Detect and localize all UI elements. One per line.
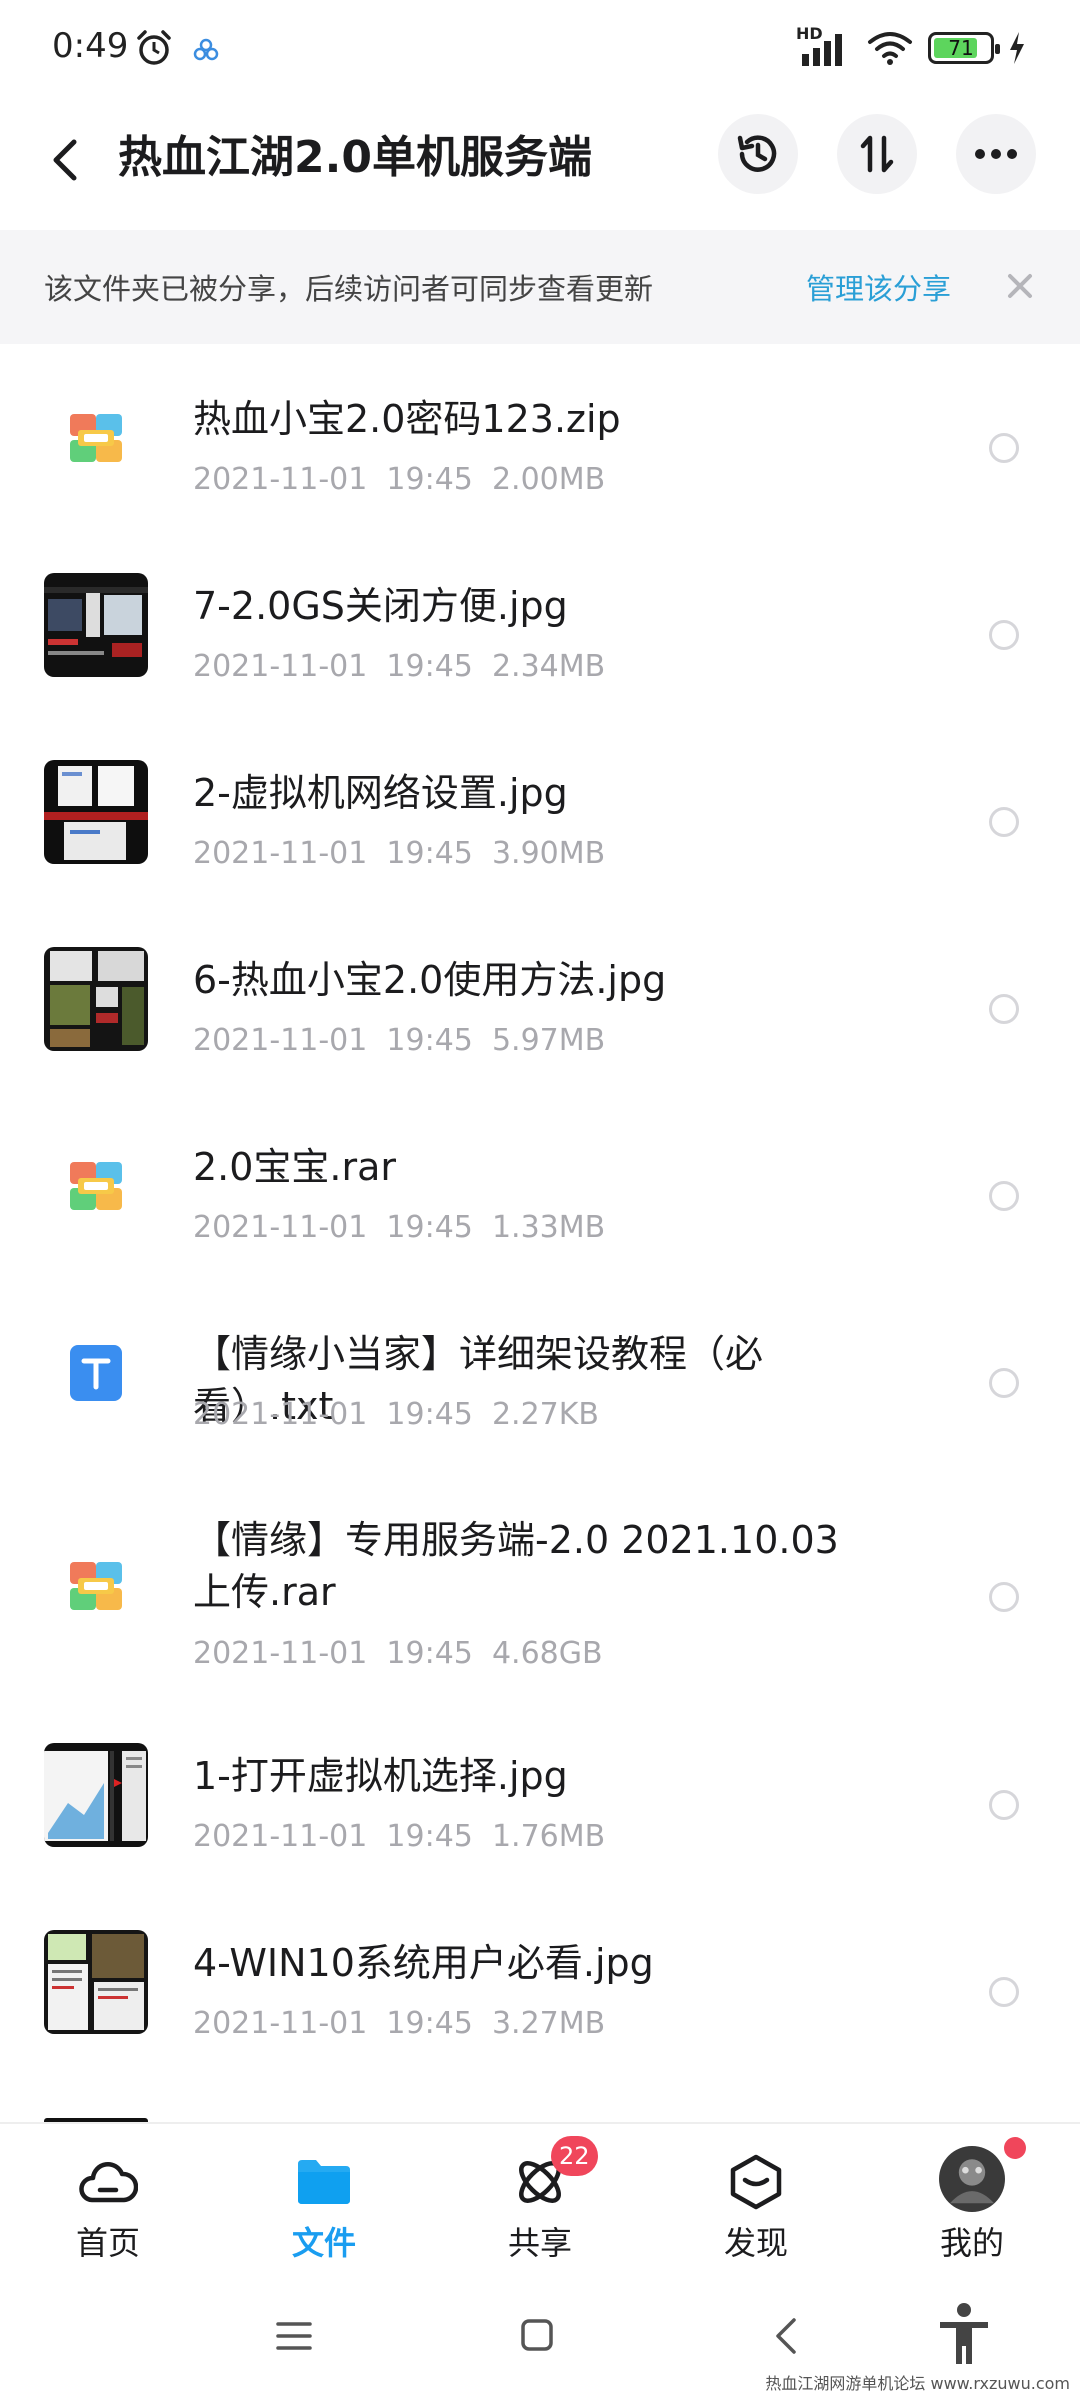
battery-icon: 71 xyxy=(928,32,1000,64)
file-meta: 2021-11-01 19:45 1.76MB xyxy=(193,1819,606,1854)
battery-cap xyxy=(995,44,1000,54)
list-item[interactable]: 1-打开虚拟机选择.jpg 2021-11-01 19:45 1.76MB xyxy=(0,1707,1080,1894)
file-meta: 2021-11-01 19:45 4.68GB xyxy=(193,1636,603,1671)
avatar xyxy=(939,2146,1005,2212)
page-title: 热血江湖2.0单机服务端 xyxy=(118,132,592,183)
wifi-icon xyxy=(868,32,912,65)
menu-icon[interactable] xyxy=(276,2320,312,2352)
alarm-icon xyxy=(137,30,171,65)
manage-share-link[interactable]: 管理该分享 xyxy=(806,266,951,308)
list-item[interactable]: 热血小宝2.0密码123.zip 2021-11-01 19:45 2.00MB xyxy=(0,344,1080,531)
status-bar: 0:49 HD 71 xyxy=(0,0,1080,100)
file-meta: 2021-11-01 19:45 2.34MB xyxy=(193,649,606,684)
watermark: 热血江湖网游单机论坛 www.rxzuwu.com xyxy=(765,2374,1070,2393)
image-thumbnail xyxy=(44,573,148,677)
close-icon[interactable] xyxy=(1002,266,1038,306)
image-thumbnail xyxy=(44,760,148,864)
file-name: 热血小宝2.0密码123.zip xyxy=(193,397,621,441)
bottom-nav: 首页 文件 22 共享 发现 我的 xyxy=(0,2122,1080,2282)
battery-level: 71 xyxy=(948,36,974,60)
select-radio[interactable] xyxy=(989,1977,1019,2007)
sync-icon xyxy=(193,38,219,61)
image-thumbnail xyxy=(44,1930,148,2034)
list-item[interactable]: 【情缘】专用服务端-2.0 2021.10.03上传.rar 2021-11-0… xyxy=(0,1466,1080,1707)
nav-discover-label: 发现 xyxy=(723,2224,788,2262)
accessibility-icon[interactable] xyxy=(936,2302,992,2368)
file-name: 2-虚拟机网络设置.jpg xyxy=(193,771,568,815)
image-thumbnail xyxy=(44,947,148,1051)
charging-icon xyxy=(1010,32,1024,64)
sort-icon xyxy=(860,135,894,173)
list-item[interactable]: 【情缘小当家】详细架设教程（必看）.txt 2021-11-01 19:45 2… xyxy=(0,1279,1080,1466)
archive-icon xyxy=(44,1134,148,1238)
file-name: 4-WIN10系统用户必看.jpg xyxy=(193,1941,654,1985)
signal-icon: HD xyxy=(796,24,852,68)
list-item[interactable]: 4-WIN10系统用户必看.jpg 2021-11-01 19:45 3.27M… xyxy=(0,1894,1080,2081)
archive-icon xyxy=(44,1534,148,1638)
file-name: 6-热血小宝2.0使用方法.jpg xyxy=(193,958,667,1002)
file-name: 1-打开虚拟机选择.jpg xyxy=(193,1754,568,1798)
text-file-icon xyxy=(44,1321,148,1425)
chevron-left-icon xyxy=(53,139,77,181)
select-radio[interactable] xyxy=(989,620,1019,650)
list-item[interactable]: 7-2.0GS关闭方便.jpg 2021-11-01 19:45 2.34MB xyxy=(0,531,1080,718)
nav-discover[interactable]: 发现 xyxy=(681,2152,831,2272)
notification-dot xyxy=(1004,2137,1026,2159)
cloud-icon xyxy=(79,2162,138,2203)
discover-box-icon xyxy=(730,2154,782,2210)
back-triangle-icon[interactable] xyxy=(772,2316,798,2356)
status-right: HD 71 xyxy=(796,24,1026,68)
image-thumbnail xyxy=(44,1743,148,1847)
nav-me[interactable]: 我的 xyxy=(897,2146,1047,2272)
nav-files[interactable]: 文件 xyxy=(249,2152,399,2272)
back-button[interactable] xyxy=(40,130,90,190)
file-name: 2.0宝宝.rar xyxy=(193,1145,397,1189)
nav-home-label: 首页 xyxy=(75,2224,140,2262)
history-icon xyxy=(737,135,777,172)
sort-button[interactable] xyxy=(837,114,917,194)
banner-text: 该文件夹已被分享，后续访问者可同步查看更新 xyxy=(44,272,654,306)
nav-share[interactable]: 22 共享 xyxy=(465,2136,615,2272)
nav-home[interactable]: 首页 xyxy=(33,2152,183,2272)
select-radio[interactable] xyxy=(989,1582,1019,1612)
select-radio[interactable] xyxy=(989,433,1019,463)
list-item[interactable]: 2-虚拟机网络设置.jpg 2021-11-01 19:45 3.90MB xyxy=(0,718,1080,905)
file-meta: 2021-11-01 19:45 3.27MB xyxy=(193,2006,606,2041)
select-radio[interactable] xyxy=(989,1368,1019,1398)
file-meta: 2021-11-01 19:45 1.33MB xyxy=(193,1210,606,1245)
share-badge: 22 xyxy=(551,2136,598,2176)
file-name: 【情缘】专用服务端-2.0 2021.10.03上传.rar xyxy=(193,1518,839,1614)
file-meta: 2021-11-01 19:45 2.27KB xyxy=(193,1397,599,1432)
status-time: 0:49 xyxy=(52,26,129,66)
select-radio[interactable] xyxy=(989,1181,1019,1211)
select-radio[interactable] xyxy=(989,994,1019,1024)
folder-icon xyxy=(298,2160,350,2204)
file-meta: 2021-11-01 19:45 2.00MB xyxy=(193,462,606,497)
nav-share-label: 共享 xyxy=(507,2224,572,2262)
more-button[interactable] xyxy=(956,114,1036,194)
file-name: 7-2.0GS关闭方便.jpg xyxy=(193,584,568,628)
select-radio[interactable] xyxy=(989,807,1019,837)
nav-me-label: 我的 xyxy=(939,2224,1004,2262)
app-header: 热血江湖2.0单机服务端 xyxy=(0,100,1080,230)
list-item[interactable]: 6-热血小宝2.0使用方法.jpg 2021-11-01 19:45 5.97M… xyxy=(0,905,1080,1092)
select-radio[interactable] xyxy=(989,1790,1019,1820)
archive-icon xyxy=(44,386,148,490)
file-meta: 2021-11-01 19:45 3.90MB xyxy=(193,836,606,871)
more-icon xyxy=(975,149,1017,159)
history-button[interactable] xyxy=(718,114,798,194)
list-item[interactable]: 2.0宝宝.rar 2021-11-01 19:45 1.33MB xyxy=(0,1092,1080,1279)
home-square-icon[interactable] xyxy=(520,2318,554,2352)
nav-files-label: 文件 xyxy=(291,2224,356,2262)
file-meta: 2021-11-01 19:45 5.97MB xyxy=(193,1023,606,1058)
share-banner: 该文件夹已被分享，后续访问者可同步查看更新 管理该分享 xyxy=(0,230,1080,344)
